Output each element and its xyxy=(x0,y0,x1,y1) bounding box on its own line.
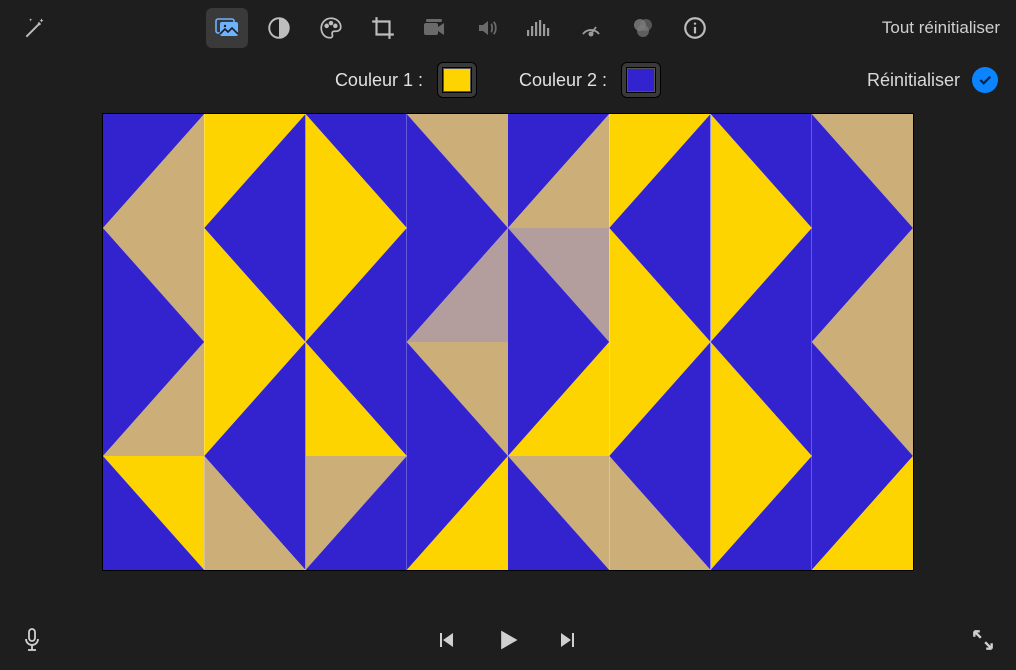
expand-icon[interactable] xyxy=(970,627,996,653)
palette-button[interactable] xyxy=(310,8,352,48)
pattern-cell xyxy=(306,114,407,228)
pattern-cell xyxy=(812,456,913,570)
skip-next-button[interactable] xyxy=(557,628,581,652)
pattern-cell xyxy=(407,228,508,342)
skip-previous-button[interactable] xyxy=(433,628,457,652)
color1-label: Couleur 1 : xyxy=(335,70,423,91)
pattern-cell xyxy=(711,228,812,342)
pattern-cell xyxy=(711,456,812,570)
pattern-cell xyxy=(204,342,305,456)
filter-controls-row: Couleur 1 : Couleur 2 : Réinitialiser xyxy=(0,56,1016,104)
video-filters-button[interactable] xyxy=(206,8,248,48)
pattern-cell xyxy=(103,114,204,228)
pattern-cell xyxy=(711,342,812,456)
pattern-cell xyxy=(407,342,508,456)
pattern-cell xyxy=(812,228,913,342)
pattern-cell xyxy=(204,228,305,342)
color2-label: Couleur 2 : xyxy=(519,70,607,91)
color-balance-button[interactable] xyxy=(622,8,664,48)
video-preview[interactable] xyxy=(103,114,913,570)
pattern-cell xyxy=(103,228,204,342)
pattern-cell xyxy=(103,342,204,456)
pattern-cell xyxy=(508,342,609,456)
crop-button[interactable] xyxy=(362,8,404,48)
color2-swatch[interactable] xyxy=(621,62,661,98)
pattern-cell xyxy=(407,114,508,228)
noise-reduction-button[interactable] xyxy=(518,8,560,48)
pattern-cell xyxy=(609,228,710,342)
pattern-cell xyxy=(204,114,305,228)
pattern-cell xyxy=(711,114,812,228)
pattern-cell xyxy=(812,114,913,228)
adjustments-toolbar: Tout réinitialiser xyxy=(0,0,1016,56)
volume-button[interactable] xyxy=(466,8,508,48)
pattern-cell xyxy=(306,342,407,456)
pattern-cell xyxy=(609,456,710,570)
pattern-cell xyxy=(508,228,609,342)
filter-applied-checkmark-icon[interactable] xyxy=(972,67,998,93)
color1-swatch[interactable] xyxy=(437,62,477,98)
stabilization-button[interactable] xyxy=(414,8,456,48)
pattern-cell xyxy=(204,456,305,570)
pattern-cell xyxy=(812,342,913,456)
play-button[interactable] xyxy=(493,626,521,654)
pattern-cell xyxy=(508,456,609,570)
speed-button[interactable] xyxy=(570,8,612,48)
pattern-cell xyxy=(306,456,407,570)
pattern-cell xyxy=(103,456,204,570)
pattern-cell xyxy=(306,228,407,342)
pattern-cell xyxy=(609,114,710,228)
reset-filter-button[interactable]: Réinitialiser xyxy=(867,70,960,91)
reset-all-button[interactable]: Tout réinitialiser xyxy=(882,18,1002,38)
pattern-cell xyxy=(609,342,710,456)
pattern-cell xyxy=(407,456,508,570)
playback-bar xyxy=(0,610,1016,670)
color-contrast-button[interactable] xyxy=(258,8,300,48)
microphone-icon[interactable] xyxy=(20,626,44,654)
pattern-cell xyxy=(508,114,609,228)
wand-icon[interactable] xyxy=(14,8,56,48)
info-button[interactable] xyxy=(674,8,716,48)
